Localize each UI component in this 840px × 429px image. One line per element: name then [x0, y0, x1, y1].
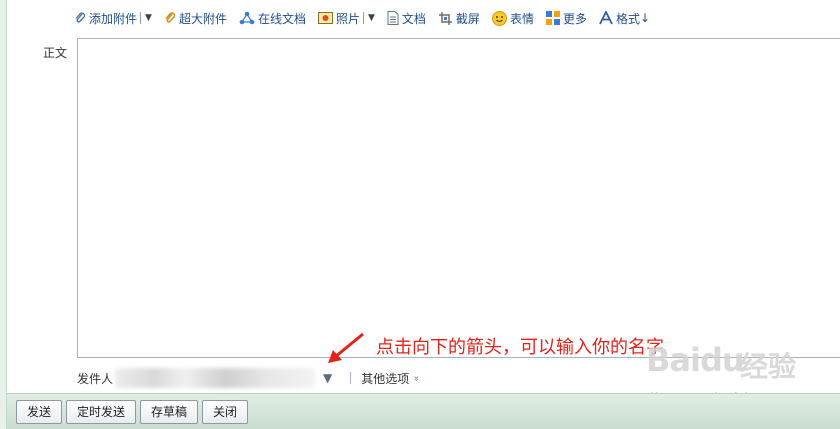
format-a-icon [599, 11, 613, 25]
action-bar: 发送 定时发送 存草稿 关闭 [7, 393, 840, 429]
add-attachment-button[interactable]: 添加附件 [74, 7, 137, 29]
other-options-label: 其他选项 [361, 371, 410, 386]
save-draft-button[interactable]: 存草稿 [140, 399, 199, 424]
emoji-button[interactable]: 表情 [491, 7, 534, 29]
scheduled-send-button[interactable]: 定时发送 [66, 399, 137, 424]
sender-label: 发件人 [77, 371, 114, 386]
body-label: 正文 [43, 46, 68, 60]
toolbar-divider [140, 12, 142, 24]
chevron-double-down-icon: » [410, 374, 422, 382]
screenshot-label: 截屏 [455, 11, 480, 26]
large-attachment-label: 超大附件 [178, 11, 227, 26]
photo-label: 照片 [335, 11, 360, 26]
body-editor[interactable] [77, 38, 840, 358]
emoji-label: 表情 [509, 11, 534, 26]
compose-toolbar: 添加附件 ▼ 超大附件 在线文档 照片 ▼ 文档 截屏 表情 更多 格式 ↓ [74, 6, 662, 30]
more-button[interactable]: 更多 [545, 7, 587, 29]
toolbar-divider [362, 12, 364, 24]
sender-row: 发件人 ▼ 其他选项 » [77, 368, 840, 388]
cloud-doc-icon [239, 11, 255, 25]
left-edge-bar [0, 0, 7, 429]
format-button[interactable]: 格式 ↓ [599, 7, 650, 29]
screenshot-icon [438, 11, 452, 25]
photo-icon [317, 12, 333, 24]
sender-name-field[interactable] [115, 368, 316, 388]
large-attachment-button[interactable]: 超大附件 [164, 7, 227, 29]
photo-dropdown-icon[interactable]: ▼ [368, 13, 375, 23]
annotation-arrow-icon [328, 332, 364, 363]
document-button[interactable]: 文档 [387, 7, 426, 29]
format-label: 格式 [615, 11, 640, 26]
smiley-icon [491, 10, 507, 26]
other-options-link[interactable]: 其他选项 » [361, 370, 422, 387]
attachment-dropdown-icon[interactable]: ▼ [145, 13, 152, 23]
send-button[interactable]: 发送 [16, 399, 63, 424]
sender-separator [350, 372, 352, 384]
sender-dropdown-arrow-icon[interactable]: ▼ [323, 371, 332, 385]
online-doc-label: 在线文档 [257, 11, 306, 26]
paperclip-icon [75, 12, 86, 23]
format-arrow-icon: ↓ [639, 11, 651, 25]
more-grid-icon [545, 11, 560, 25]
photo-button[interactable]: 照片 [317, 7, 360, 29]
screenshot-button[interactable]: 截屏 [438, 7, 480, 29]
add-attachment-label: 添加附件 [89, 11, 138, 26]
close-button[interactable]: 关闭 [202, 399, 249, 424]
online-doc-button[interactable]: 在线文档 [239, 7, 306, 29]
annotation-text: 点击向下的箭头，可以输入你的名字 [376, 337, 664, 358]
document-label: 文档 [401, 11, 426, 26]
more-label: 更多 [562, 11, 587, 26]
document-icon [387, 11, 399, 25]
paperclip-large-icon [165, 12, 176, 23]
